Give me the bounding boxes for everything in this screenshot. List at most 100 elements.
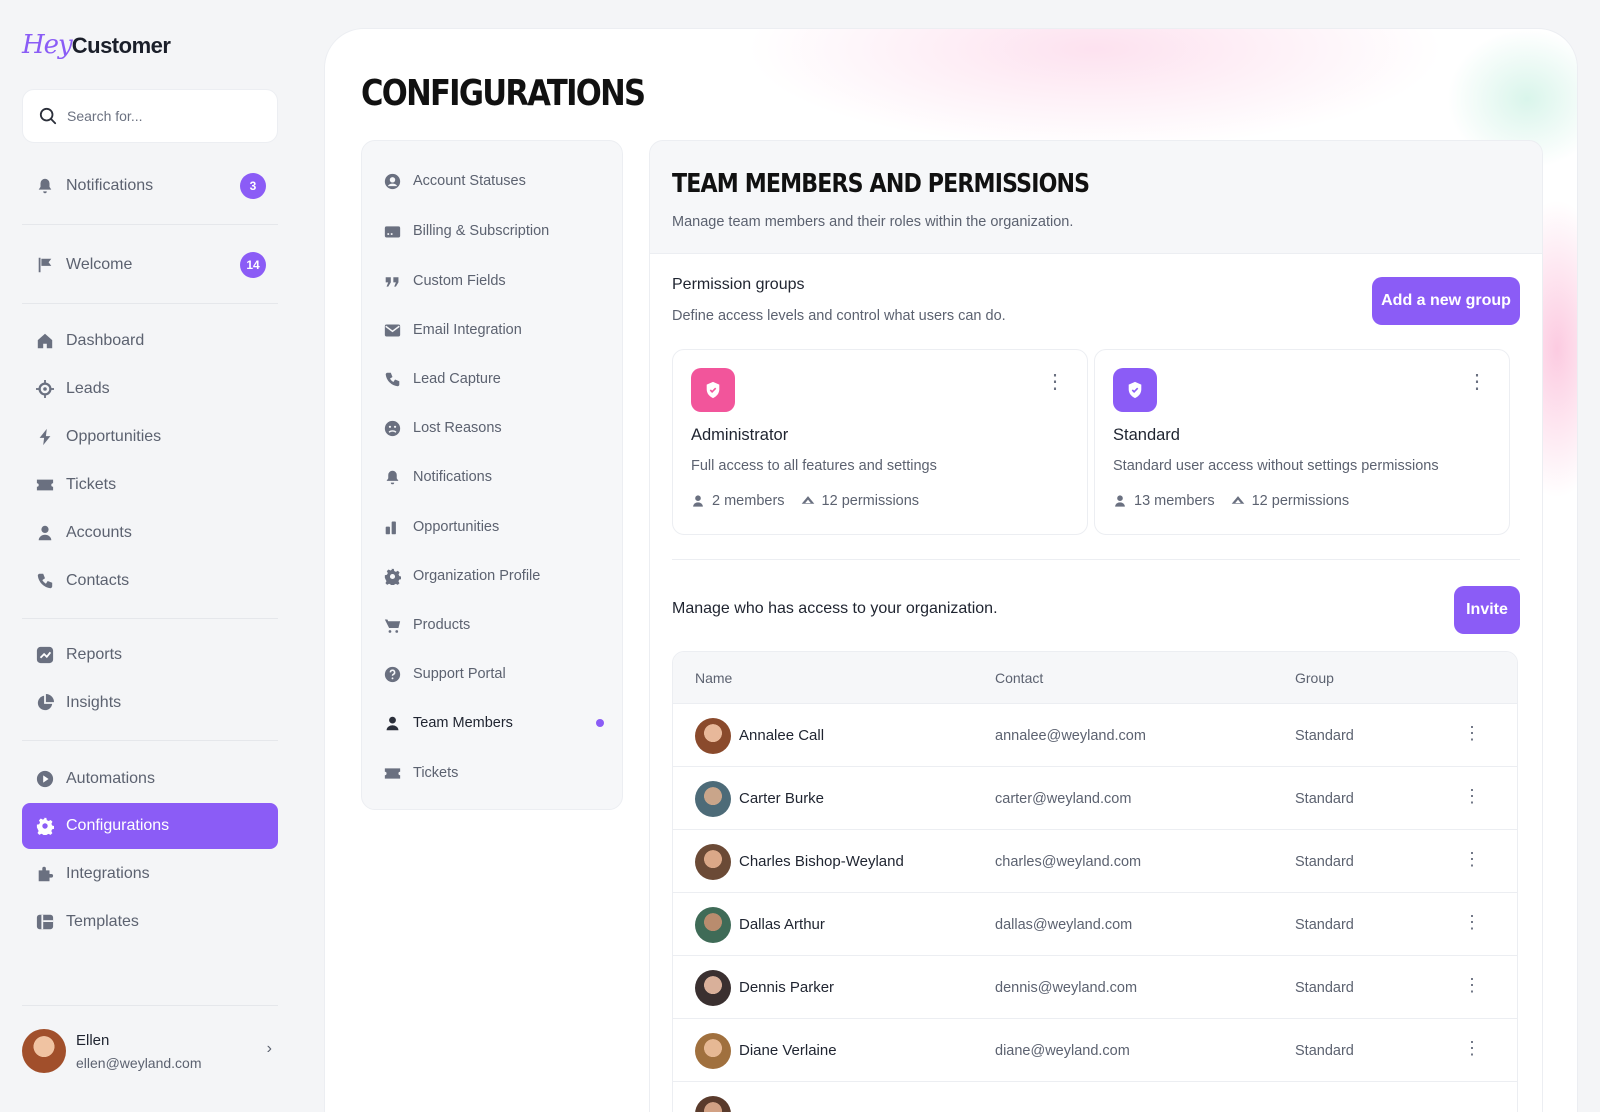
sidebar-item-label: Accounts — [66, 524, 132, 541]
config-item-billing[interactable]: Billing & Subscription — [384, 219, 604, 243]
more-vertical-icon[interactable]: ⋮ — [1467, 372, 1487, 392]
column-header-group[interactable]: Group — [1295, 670, 1334, 686]
app-logo[interactable]: Hey Customer — [22, 30, 171, 60]
quote-icon — [385, 276, 399, 287]
sidebar-item-label: Templates — [66, 913, 139, 930]
sidebar-item-insights[interactable]: Insights — [22, 680, 278, 726]
sidebar-item-dashboard[interactable]: Dashboard — [22, 318, 278, 364]
invite-button[interactable]: Invite — [1454, 586, 1520, 634]
card-icon — [384, 225, 401, 237]
sidebar-item-configurations[interactable]: Configurations — [22, 803, 278, 849]
member-group: Standard — [1295, 980, 1354, 996]
more-vertical-icon[interactable]: ⋮ — [1463, 976, 1481, 994]
group-meta: 13 members 12 permissions — [1113, 493, 1349, 509]
table-row[interactable]: Dallas Arthur dallas@weyland.com Standar… — [673, 893, 1517, 956]
config-item-notifications[interactable]: Notifications — [384, 465, 604, 489]
target-icon — [36, 380, 54, 398]
config-item-label: Opportunities — [413, 519, 500, 535]
more-vertical-icon[interactable]: ⋮ — [1463, 724, 1481, 742]
config-item-email-integration[interactable]: Email Integration — [384, 318, 604, 342]
config-item-label: Team Members — [413, 715, 513, 731]
table-header: Name Contact Group — [673, 652, 1517, 704]
config-item-label: Products — [413, 617, 471, 633]
more-vertical-icon[interactable]: ⋮ — [1463, 850, 1481, 868]
help-icon — [384, 666, 401, 682]
group-permissions-count: 12 permissions — [1251, 493, 1350, 509]
table-row[interactable] — [673, 1082, 1517, 1112]
user-icon — [693, 495, 703, 507]
more-vertical-icon[interactable]: ⋮ — [1463, 913, 1481, 931]
group-card-standard[interactable]: ⋮ Standard Standard user access without … — [1094, 349, 1510, 535]
sidebar-item-tickets[interactable]: Tickets — [22, 462, 278, 508]
config-item-team-members[interactable]: Team Members — [384, 711, 604, 735]
config-item-label: Support Portal — [413, 666, 506, 682]
sidebar-item-label: Welcome — [66, 256, 133, 273]
ticket-icon — [36, 476, 54, 494]
sidebar-divider — [22, 618, 278, 619]
table-row[interactable]: Diane Verlaine diane@weyland.com Standar… — [673, 1019, 1517, 1082]
permissions-icon — [801, 496, 814, 504]
member-group: Standard — [1295, 791, 1354, 807]
phone-icon — [385, 372, 400, 386]
column-header-name[interactable]: Name — [695, 670, 732, 686]
mail-icon — [384, 324, 401, 336]
table-row[interactable]: Charles Bishop-Weyland charles@weyland.c… — [673, 830, 1517, 893]
sidebar-item-opportunities[interactable]: Opportunities — [22, 414, 278, 460]
config-item-support-portal[interactable]: Support Portal — [384, 662, 604, 686]
sidebar-item-contacts[interactable]: Contacts — [22, 558, 278, 604]
group-card-administrator[interactable]: ⋮ Administrator Full access to all featu… — [672, 349, 1088, 535]
member-group: Standard — [1295, 917, 1354, 933]
user-profile[interactable]: Ellen ellen@weyland.com › — [22, 1026, 278, 1076]
config-item-products[interactable]: Products — [384, 613, 604, 637]
table-row[interactable]: Dennis Parker dennis@weyland.com Standar… — [673, 956, 1517, 1019]
members-table: Name Contact Group Annalee Call annalee@… — [672, 651, 1518, 1112]
sidebar-item-reports[interactable]: Reports — [22, 632, 278, 678]
user-email: ellen@weyland.com — [76, 1054, 202, 1071]
table-row[interactable]: Carter Burke carter@weyland.com Standard… — [673, 767, 1517, 830]
add-group-button[interactable]: Add a new group — [1372, 277, 1520, 325]
home-icon — [36, 332, 54, 350]
sidebar-item-label: Dashboard — [66, 332, 145, 349]
group-description: Full access to all features and settings — [691, 458, 937, 474]
config-item-organization-profile[interactable]: Organization Profile — [384, 564, 604, 588]
sidebar-item-templates[interactable]: Templates — [22, 899, 278, 945]
shield-icon — [691, 368, 735, 412]
member-email: carter@weyland.com — [995, 791, 1132, 807]
avatar — [695, 1033, 731, 1069]
config-item-custom-fields[interactable]: Custom Fields — [384, 269, 604, 293]
chevron-right-icon[interactable]: › — [267, 1040, 272, 1058]
config-item-label: Notifications — [413, 469, 492, 485]
config-item-lost-reasons[interactable]: Lost Reasons — [384, 416, 604, 440]
sidebar-item-accounts[interactable]: Accounts — [22, 510, 278, 556]
sidebar-item-label: Integrations — [66, 865, 150, 882]
sidebar: Hey Customer Notifications 3 Welcome 14 … — [0, 0, 300, 1112]
column-header-contact[interactable]: Contact — [995, 670, 1043, 686]
config-item-account-statuses[interactable]: Account Statuses — [384, 169, 604, 193]
gear-icon — [384, 568, 401, 585]
panel-title: TEAM MEMBERS AND PERMISSIONS — [672, 169, 1090, 199]
decorative-gradient — [745, 29, 1445, 149]
config-item-tickets[interactable]: Tickets — [384, 761, 604, 785]
user-circle-icon — [384, 173, 401, 189]
sidebar-item-welcome[interactable]: Welcome 14 — [22, 242, 278, 288]
config-item-lead-capture[interactable]: Lead Capture — [384, 367, 604, 391]
avatar — [695, 844, 731, 880]
more-vertical-icon[interactable]: ⋮ — [1463, 787, 1481, 805]
search-box[interactable] — [22, 89, 278, 143]
bolt-icon — [36, 428, 54, 446]
avatar — [695, 907, 731, 943]
more-vertical-icon[interactable]: ⋮ — [1463, 1039, 1481, 1057]
table-row[interactable]: Annalee Call annalee@weyland.com Standar… — [673, 704, 1517, 767]
config-item-label: Organization Profile — [413, 568, 541, 584]
member-group: Standard — [1295, 854, 1354, 870]
more-vertical-icon[interactable]: ⋮ — [1045, 372, 1065, 392]
sidebar-item-integrations[interactable]: Integrations — [22, 851, 278, 897]
sidebar-item-notifications[interactable]: Notifications 3 — [22, 163, 278, 209]
sidebar-item-leads[interactable]: Leads — [22, 366, 278, 412]
config-item-opportunities[interactable]: Opportunities — [384, 515, 604, 539]
config-item-label: Custom Fields — [413, 273, 506, 289]
user-icon — [386, 716, 399, 730]
search-input[interactable] — [67, 108, 267, 124]
configurations-nav: Account Statuses Billing & Subscription … — [361, 140, 623, 810]
sidebar-item-automations[interactable]: Automations — [22, 756, 278, 802]
